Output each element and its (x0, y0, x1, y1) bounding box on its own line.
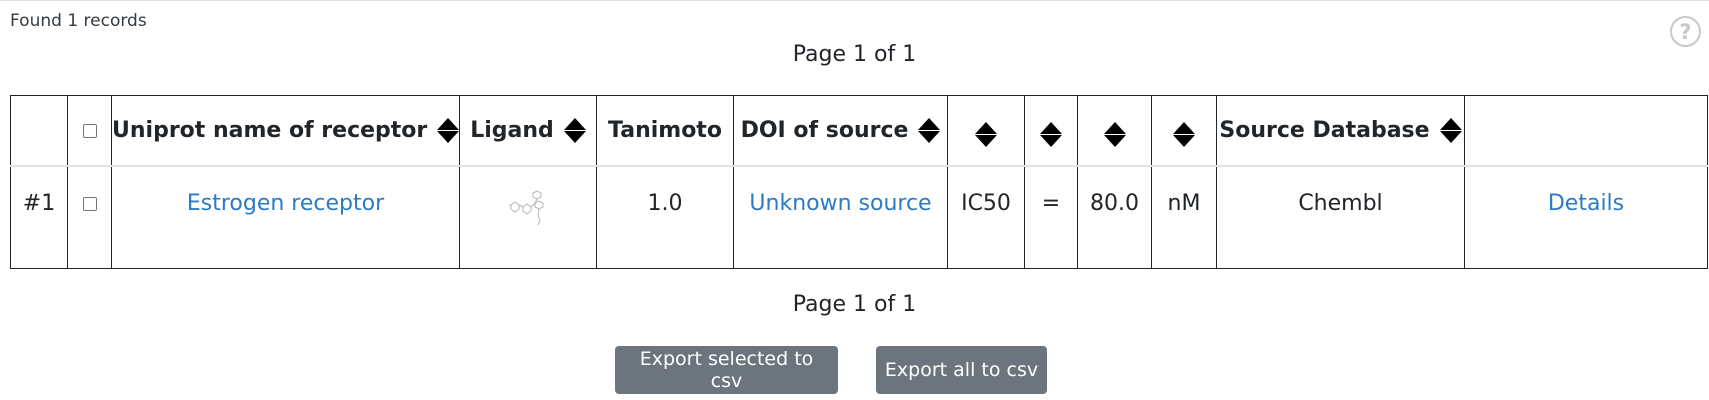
doi-link[interactable]: Unknown source (749, 191, 931, 216)
header-value[interactable] (1077, 95, 1152, 167)
sort-icon[interactable] (1040, 121, 1062, 147)
sort-icon[interactable] (1439, 118, 1462, 143)
tanimoto-cell: 1.0 (596, 165, 734, 269)
details-cell: Details (1464, 165, 1708, 269)
value-cell: 80.0 (1077, 165, 1152, 269)
row-select-cell (67, 165, 112, 269)
export-all-button[interactable]: Export all to csv (876, 346, 1047, 394)
header-select-all (67, 95, 112, 167)
header-doi[interactable]: DOI of source (733, 95, 948, 167)
results-table: Uniprot name of receptor Ligand Tanimoto… (10, 95, 1708, 269)
header-relation[interactable] (1024, 95, 1078, 167)
table-row: #1 Estrogen receptor 1.0 Unknown source … (10, 165, 1708, 269)
doi-cell: Unknown source (733, 165, 948, 269)
sort-icon[interactable] (437, 118, 460, 143)
ligand-cell (459, 165, 597, 269)
receptor-cell: Estrogen receptor (111, 165, 460, 269)
sort-icon[interactable] (563, 118, 586, 143)
header-details (1464, 95, 1708, 167)
activity-type-cell: IC50 (947, 165, 1025, 269)
pagination-top: Page 1 of 1 (792, 42, 917, 67)
header-tanimoto: Tanimoto (596, 95, 734, 167)
unit-cell: nM (1151, 165, 1217, 269)
row-checkbox[interactable] (82, 197, 97, 211)
top-divider (0, 0, 1709, 1)
row-index: #1 (10, 165, 68, 269)
header-activity-type[interactable] (947, 95, 1025, 167)
header-receptor[interactable]: Uniprot name of receptor (111, 95, 460, 167)
receptor-link[interactable]: Estrogen receptor (187, 191, 384, 216)
table-header-row: Uniprot name of receptor Ligand Tanimoto… (10, 95, 1708, 167)
sort-icon[interactable] (918, 118, 941, 143)
sort-icon[interactable] (1103, 121, 1126, 147)
pagination-bottom: Page 1 of 1 (792, 292, 917, 317)
molecule-structure-icon[interactable] (505, 185, 551, 231)
export-selected-button[interactable]: Export selected to csv (615, 346, 838, 394)
source-database-cell: Chembl (1216, 165, 1465, 269)
details-link[interactable]: Details (1548, 191, 1624, 216)
records-count: Found 1 records (10, 11, 147, 31)
sort-icon[interactable] (1173, 121, 1195, 147)
header-index (10, 95, 68, 167)
sort-icon[interactable] (975, 121, 997, 147)
header-ligand[interactable]: Ligand (459, 95, 597, 167)
header-source-database[interactable]: Source Database (1216, 95, 1465, 167)
select-all-checkbox[interactable] (82, 124, 97, 138)
header-unit[interactable] (1151, 95, 1217, 167)
relation-cell: = (1024, 165, 1078, 269)
